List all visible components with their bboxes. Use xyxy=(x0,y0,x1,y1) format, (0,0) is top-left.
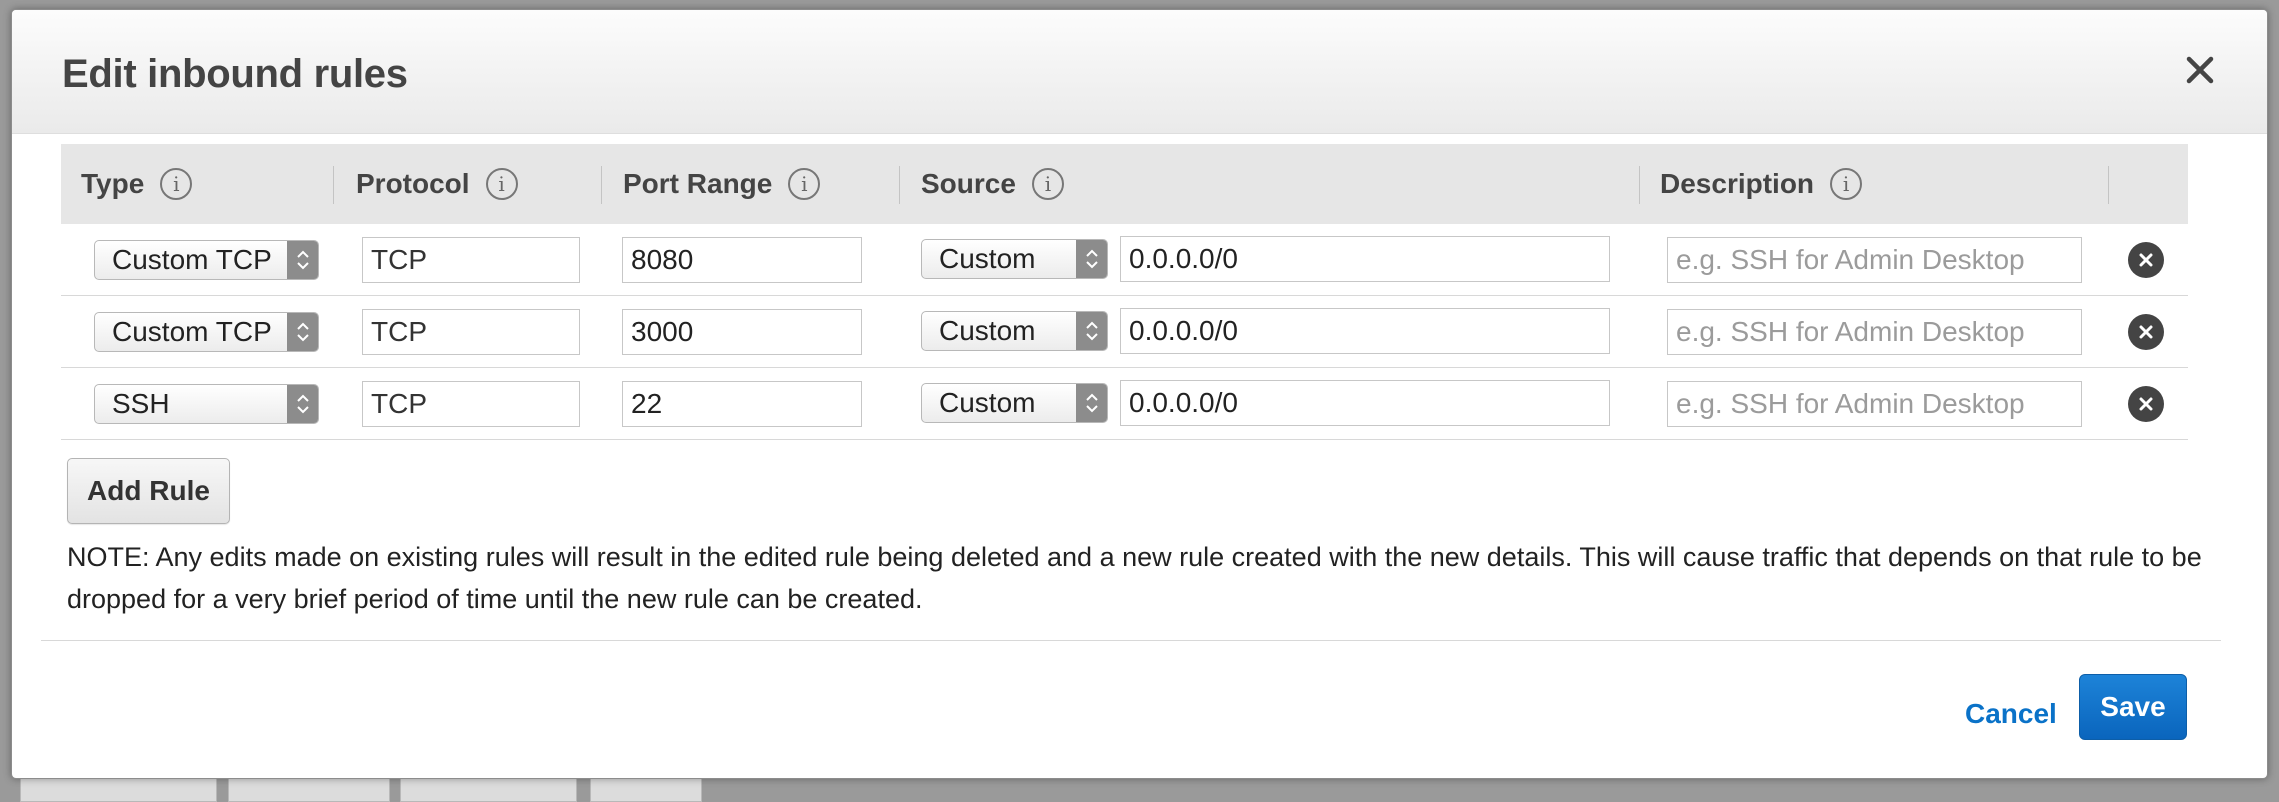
dialog-title: Edit inbound rules xyxy=(62,52,408,96)
table-header-row: Type i Protocol i Port Range i Source i xyxy=(61,144,2188,224)
description-input[interactable]: e.g. SSH for Admin Desktop xyxy=(1667,380,2082,427)
description-placeholder: e.g. SSH for Admin Desktop xyxy=(1676,315,2025,347)
rules-table: Type i Protocol i Port Range i Source i xyxy=(61,144,2188,440)
port-range-input[interactable]: 3000 xyxy=(622,308,862,355)
column-header-type: Type i xyxy=(61,144,333,224)
source-select[interactable]: Custom xyxy=(921,383,1108,423)
dialog-header: Edit inbound rules xyxy=(12,10,2267,134)
info-icon[interactable]: i xyxy=(1830,168,1863,200)
close-icon xyxy=(2186,56,2214,84)
header-label: Description xyxy=(1660,168,1815,199)
table-row: Custom TCP TCP 8080 Custom 0.0.0.0/0 e.g… xyxy=(61,224,2188,296)
source-cidr-value: 0.0.0.0/0 xyxy=(1129,243,1238,274)
source-select-value: Custom xyxy=(939,315,1036,346)
select-arrows-icon xyxy=(287,240,318,279)
select-arrows-icon xyxy=(287,312,318,351)
header-label: Source xyxy=(921,168,1016,199)
column-divider xyxy=(899,166,900,204)
remove-icon xyxy=(2139,397,2153,410)
description-input[interactable]: e.g. SSH for Admin Desktop xyxy=(1667,308,2082,355)
source-select-value: Custom xyxy=(939,387,1036,418)
column-header-actions xyxy=(2108,144,2188,224)
select-arrows-icon xyxy=(1076,384,1107,422)
column-divider xyxy=(333,166,334,204)
header-label: Protocol xyxy=(356,168,470,199)
edit-inbound-rules-dialog: Edit inbound rules Type i Protocol i Por… xyxy=(11,9,2268,779)
column-divider xyxy=(2108,166,2109,204)
add-rule-button[interactable]: Add Rule xyxy=(67,458,230,524)
protocol-value: TCP xyxy=(371,387,427,419)
column-divider xyxy=(601,166,602,204)
type-select-value: Custom TCP xyxy=(112,315,272,347)
type-select[interactable]: Custom TCP xyxy=(94,311,319,352)
source-cidr-value: 0.0.0.0/0 xyxy=(1129,387,1238,418)
source-cidr-value: 0.0.0.0/0 xyxy=(1129,315,1238,346)
type-select-value: Custom TCP xyxy=(112,243,272,275)
port-range-input[interactable]: 8080 xyxy=(622,236,862,283)
column-header-source: Source i xyxy=(899,144,1639,224)
remove-icon xyxy=(2139,325,2153,338)
source-select[interactable]: Custom xyxy=(921,239,1108,279)
column-header-description: Description i xyxy=(1639,144,2108,224)
type-select[interactable]: Custom TCP xyxy=(94,239,319,280)
protocol-field: TCP xyxy=(362,308,580,355)
port-range-input[interactable]: 22 xyxy=(622,380,862,427)
description-placeholder: e.g. SSH for Admin Desktop xyxy=(1676,243,2025,275)
protocol-field: TCP xyxy=(362,236,580,283)
remove-rule-button[interactable] xyxy=(2128,241,2164,278)
remove-rule-button[interactable] xyxy=(2128,385,2164,422)
select-arrows-icon xyxy=(1076,312,1107,350)
header-label: Type xyxy=(81,168,145,199)
info-icon[interactable]: i xyxy=(160,168,193,200)
column-header-port-range: Port Range i xyxy=(601,144,899,224)
source-select-value: Custom xyxy=(939,243,1036,274)
protocol-value: TCP xyxy=(371,243,427,275)
type-select-value: SSH xyxy=(112,387,170,419)
select-arrows-icon xyxy=(287,384,318,423)
info-icon[interactable]: i xyxy=(1031,168,1064,200)
column-divider xyxy=(1639,166,1640,204)
source-select[interactable]: Custom xyxy=(921,311,1108,351)
port-range-value: 8080 xyxy=(631,243,694,275)
source-cidr-input[interactable]: 0.0.0.0/0 xyxy=(1120,308,1610,354)
info-icon[interactable]: i xyxy=(788,168,821,200)
edit-warning-note: NOTE: Any edits made on existing rules w… xyxy=(67,542,2202,614)
port-range-value: 3000 xyxy=(631,315,694,347)
protocol-field: TCP xyxy=(362,380,580,427)
protocol-value: TCP xyxy=(371,315,427,347)
source-cidr-input[interactable]: 0.0.0.0/0 xyxy=(1120,236,1610,282)
type-select[interactable]: SSH xyxy=(94,383,319,424)
select-arrows-icon xyxy=(1076,240,1107,278)
remove-icon xyxy=(2139,253,2153,266)
close-button[interactable] xyxy=(2178,48,2222,92)
port-range-value: 22 xyxy=(631,387,663,419)
header-label: Port Range xyxy=(623,168,773,199)
save-button[interactable]: Save xyxy=(2079,674,2187,740)
table-row: SSH TCP 22 Custom 0.0.0.0/0 e.g. SSH for… xyxy=(61,367,2188,440)
cancel-button[interactable]: Cancel xyxy=(1965,698,2057,730)
source-cidr-input[interactable]: 0.0.0.0/0 xyxy=(1120,380,1610,426)
footer-divider xyxy=(41,640,2221,641)
info-icon[interactable]: i xyxy=(485,168,518,200)
column-header-protocol: Protocol i xyxy=(333,144,601,224)
table-row: Custom TCP TCP 3000 Custom 0.0.0.0/0 e.g… xyxy=(61,295,2188,368)
description-placeholder: e.g. SSH for Admin Desktop xyxy=(1676,387,2025,419)
remove-rule-button[interactable] xyxy=(2128,313,2164,350)
description-input[interactable]: e.g. SSH for Admin Desktop xyxy=(1667,236,2082,283)
